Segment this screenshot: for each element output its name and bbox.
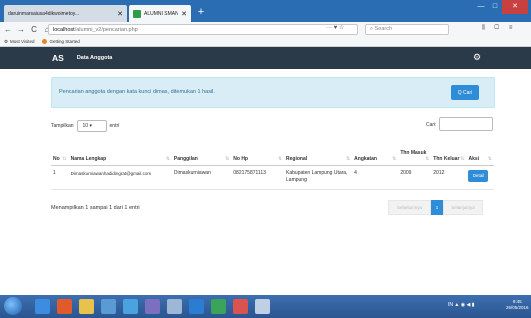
media-icon[interactable] [123, 299, 138, 314]
search-result-alert: Pencarian anggota dengan kata kunci dima… [51, 77, 495, 108]
table-info: Menampilkan 1 sampai 1 dari 1 entri [51, 205, 140, 211]
folder-icon[interactable] [79, 299, 94, 314]
bookmark-most-visited[interactable]: ⚙ Most Visited [4, 39, 34, 45]
table-header-row: No ⇅ Nama Lengkap ⇅ Panggilan ⇅ No Hp ⇅ … [51, 138, 494, 166]
word-icon[interactable] [189, 299, 204, 314]
bookmarks-bar: ⚙ Most Visited Getting Started [0, 37, 531, 47]
clock[interactable]: 9:45 26/05/2016 [506, 299, 529, 311]
new-tab-button[interactable]: + [195, 5, 207, 19]
entries-label: entri [109, 123, 120, 129]
app-header: AS Data Anggota ⚙ [0, 47, 531, 69]
table-row: 1 Dimaskurniawanhadidingrat@gmail.com Di… [51, 165, 494, 190]
page-length-control: Tampilkan 10 ▾ entri [51, 120, 119, 132]
detail-button[interactable]: Detail [468, 169, 489, 182]
app-icon[interactable] [211, 299, 226, 314]
favicon-icon [133, 9, 141, 18]
browser-tab-active[interactable]: ALUMNI SMANSAKURA ✕ [129, 5, 191, 22]
url-host: localhost [53, 26, 75, 33]
previous-page-button[interactable]: Sebelumnya [388, 200, 431, 215]
column-header[interactable]: Thn Keluar ⇅ [431, 138, 467, 166]
table-search-input[interactable] [439, 117, 493, 131]
menu-data-anggota[interactable]: Data Anggota [77, 55, 113, 61]
forward-button[interactable]: → [16, 25, 26, 34]
column-header[interactable]: Thn Masuk ⇅ [398, 138, 432, 166]
next-page-button[interactable]: Selanjutnya [443, 200, 483, 215]
app-icon[interactable] [233, 299, 248, 314]
app-icon[interactable] [255, 299, 270, 314]
page-1-button[interactable]: 1 [431, 200, 443, 215]
minimize-button[interactable]: — [474, 0, 488, 14]
table-search-label: Cari: [426, 122, 437, 128]
search-placeholder: Search [374, 26, 393, 32]
firefox-icon [42, 39, 48, 44]
column-header[interactable]: Angkatan ⇅ [352, 138, 399, 166]
main-content: Pencarian anggota dengan kata kunci dima… [0, 69, 531, 295]
cell-regional: Kabupaten Lampung Utara, Lampung [284, 165, 353, 190]
cell-keluar: 2012 [431, 165, 467, 190]
firefox-icon[interactable] [57, 299, 72, 314]
bookmark-getting-started[interactable]: Getting Started [42, 39, 80, 44]
url-bar[interactable]: localhost/alumni_v2/pencarian.php [48, 24, 358, 35]
gear-icon: ⚙ [4, 38, 9, 44]
browser-tab-bar: daruinmarsaiusa4dikwoimetoy... ✕ ALUMNI … [0, 0, 531, 22]
app-icon[interactable] [167, 299, 182, 314]
paint-icon[interactable] [145, 299, 160, 314]
pagination: Sebelumnya 1 Selanjutnya [388, 200, 483, 215]
cell-angkatan: 4 [352, 165, 399, 190]
url-path: /alumni_v2/pencarian.php [74, 26, 138, 33]
search-button[interactable]: Q Cari [451, 85, 479, 100]
browser-tab-inactive[interactable]: daruinmarsaiusa4dikwoimetoy... ✕ [4, 5, 127, 22]
close-window-button[interactable]: ✕ [502, 0, 528, 14]
cell-aksi: Detail [466, 165, 494, 190]
cell-panggilan: Dimaskurniawan [171, 165, 232, 190]
tab-title: daruinmarsaiusa4dikwoimetoy... [8, 10, 80, 17]
app-brand[interactable]: AS [52, 53, 64, 63]
tab-title: ALUMNI SMANSAKURA [144, 10, 179, 17]
column-header[interactable]: Regional ⇅ [284, 138, 353, 166]
column-header[interactable]: No ⇅ [51, 138, 69, 166]
column-header[interactable]: Nama Lengkap ⇅ [68, 138, 172, 166]
browser-nav-bar: ← → C ⌂ localhost/alumni_v2/pencarian.ph… [0, 22, 531, 37]
page-actions-icon[interactable]: ··· ♥ ☆ [326, 24, 344, 31]
close-tab-icon[interactable]: ✕ [117, 10, 123, 18]
reload-button[interactable]: C [29, 25, 39, 34]
page-length-select[interactable]: 10 ▾ [76, 120, 107, 132]
members-table: No ⇅ Nama Lengkap ⇅ Panggilan ⇅ No Hp ⇅ … [51, 138, 494, 190]
cell-no: 1 [51, 165, 69, 190]
column-header[interactable]: No Hp ⇅ [231, 138, 285, 166]
maximize-button[interactable]: □ [488, 0, 502, 14]
column-header[interactable]: Aksi ⇅ [466, 138, 494, 166]
cell-masuk: 2009 [398, 165, 432, 190]
ie-icon[interactable] [35, 299, 50, 314]
close-tab-icon[interactable]: ✕ [181, 10, 187, 18]
toolbar-icons[interactable]: ⫼ ▢ ≡ [482, 25, 516, 32]
cell-hp: 082175871113 [231, 165, 285, 190]
start-button[interactable] [4, 297, 22, 315]
cell-nama: Dimaskurniawanhadidingrat@gmail.com [68, 165, 172, 190]
gear-icon[interactable]: ⚙ [473, 52, 481, 63]
column-header[interactable]: Panggilan ⇅ [171, 138, 232, 166]
show-label: Tampilkan [51, 123, 74, 129]
back-button[interactable]: ← [3, 25, 13, 34]
taskbar: IN ▲ ◉ ◀ ▮ 9:45 26/05/2016 [0, 295, 531, 318]
app-icon[interactable] [101, 299, 116, 314]
browser-search-input[interactable]: ⌕ Search [365, 24, 449, 35]
system-tray[interactable]: IN ▲ ◉ ◀ ▮ [448, 302, 474, 308]
alert-message: Pencarian anggota dengan kata kunci dima… [59, 89, 215, 95]
